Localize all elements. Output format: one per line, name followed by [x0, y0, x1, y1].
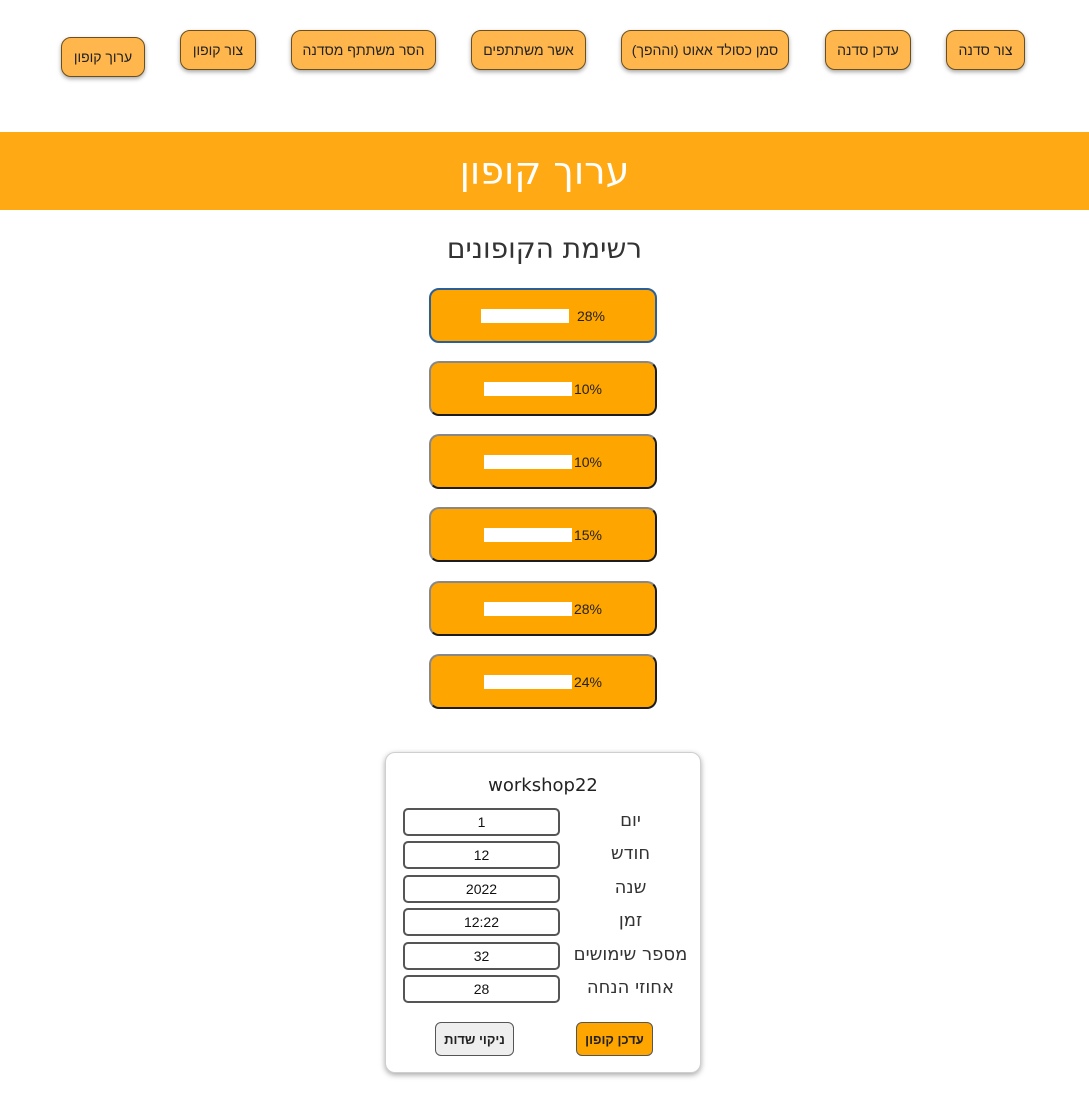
coupon-percent: 24% — [573, 673, 603, 690]
discount-percent-label: אחוזי הנחה — [586, 977, 675, 998]
time-field-row: זמן — [403, 908, 688, 936]
page-title: ערוך קופון — [459, 149, 630, 193]
nav-create-coupon-button[interactable]: צור קופון — [180, 30, 256, 70]
clear-fields-button[interactable]: ניקוי שדות — [435, 1022, 514, 1056]
page-banner: ערוך קופון — [0, 132, 1089, 210]
nav-create-workshop-button[interactable]: צור סדנה — [946, 30, 1025, 70]
coupon-percent: 10% — [573, 453, 603, 470]
nav-edit-coupon-button[interactable]: ערוך קופון — [61, 37, 145, 77]
month-label: חודש — [610, 843, 651, 864]
coupon-code-redacted — [483, 454, 572, 469]
year-label: שנה — [614, 877, 647, 898]
coupon-list-item[interactable]: 28% — [429, 288, 657, 343]
coupon-list-item[interactable]: 15% — [429, 507, 657, 562]
coupon-code-redacted — [483, 527, 572, 542]
coupon-percent: 10% — [573, 380, 603, 397]
day-field-row: יום — [403, 808, 688, 836]
day-label: יום — [620, 810, 641, 831]
month-input[interactable] — [403, 841, 560, 869]
edit-coupon-card: workshop22 יום חודש שנה זמן מספר שימושים… — [385, 752, 701, 1073]
usage-count-input[interactable] — [403, 942, 560, 970]
time-input[interactable] — [403, 908, 560, 936]
coupon-code-redacted — [483, 674, 572, 689]
coupon-list-item[interactable]: 28% — [429, 581, 657, 636]
nav-approve-participants-button[interactable]: אשר משתתפים — [471, 30, 586, 70]
coupon-list-item[interactable]: 24% — [429, 654, 657, 709]
coupon-percent: 28% — [573, 600, 603, 617]
nav-remove-participant-button[interactable]: הסר משתתף מסדנה — [291, 30, 436, 70]
time-label: זמן — [618, 910, 643, 931]
nav-update-workshop-button[interactable]: עדכן סדנה — [825, 30, 911, 70]
coupon-code-redacted — [480, 308, 569, 323]
usage-count-label: מספר שימושים — [573, 944, 688, 965]
month-field-row: חודש — [403, 841, 688, 869]
coupon-list-item[interactable]: 10% — [429, 434, 657, 489]
update-coupon-button[interactable]: עדכן קופון — [576, 1022, 653, 1056]
coupon-list-title: רשימת הקופונים — [446, 232, 643, 265]
discount-percent-field-row: אחוזי הנחה — [403, 975, 688, 1003]
nav-toggle-sold-out-button[interactable]: סמן כסולד אאוט (וההפך) — [621, 30, 789, 70]
day-input[interactable] — [403, 808, 560, 836]
coupon-code-redacted — [483, 381, 572, 396]
coupon-code-redacted — [483, 601, 572, 616]
discount-percent-input[interactable] — [403, 975, 560, 1003]
coupon-percent: 15% — [573, 526, 603, 543]
year-field-row: שנה — [403, 875, 688, 903]
coupon-list-item[interactable]: 10% — [429, 361, 657, 416]
usage-count-field-row: מספר שימושים — [403, 942, 688, 970]
workshop-name-title: workshop22 — [488, 775, 598, 796]
coupon-percent: 28% — [576, 307, 606, 324]
year-input[interactable] — [403, 875, 560, 903]
